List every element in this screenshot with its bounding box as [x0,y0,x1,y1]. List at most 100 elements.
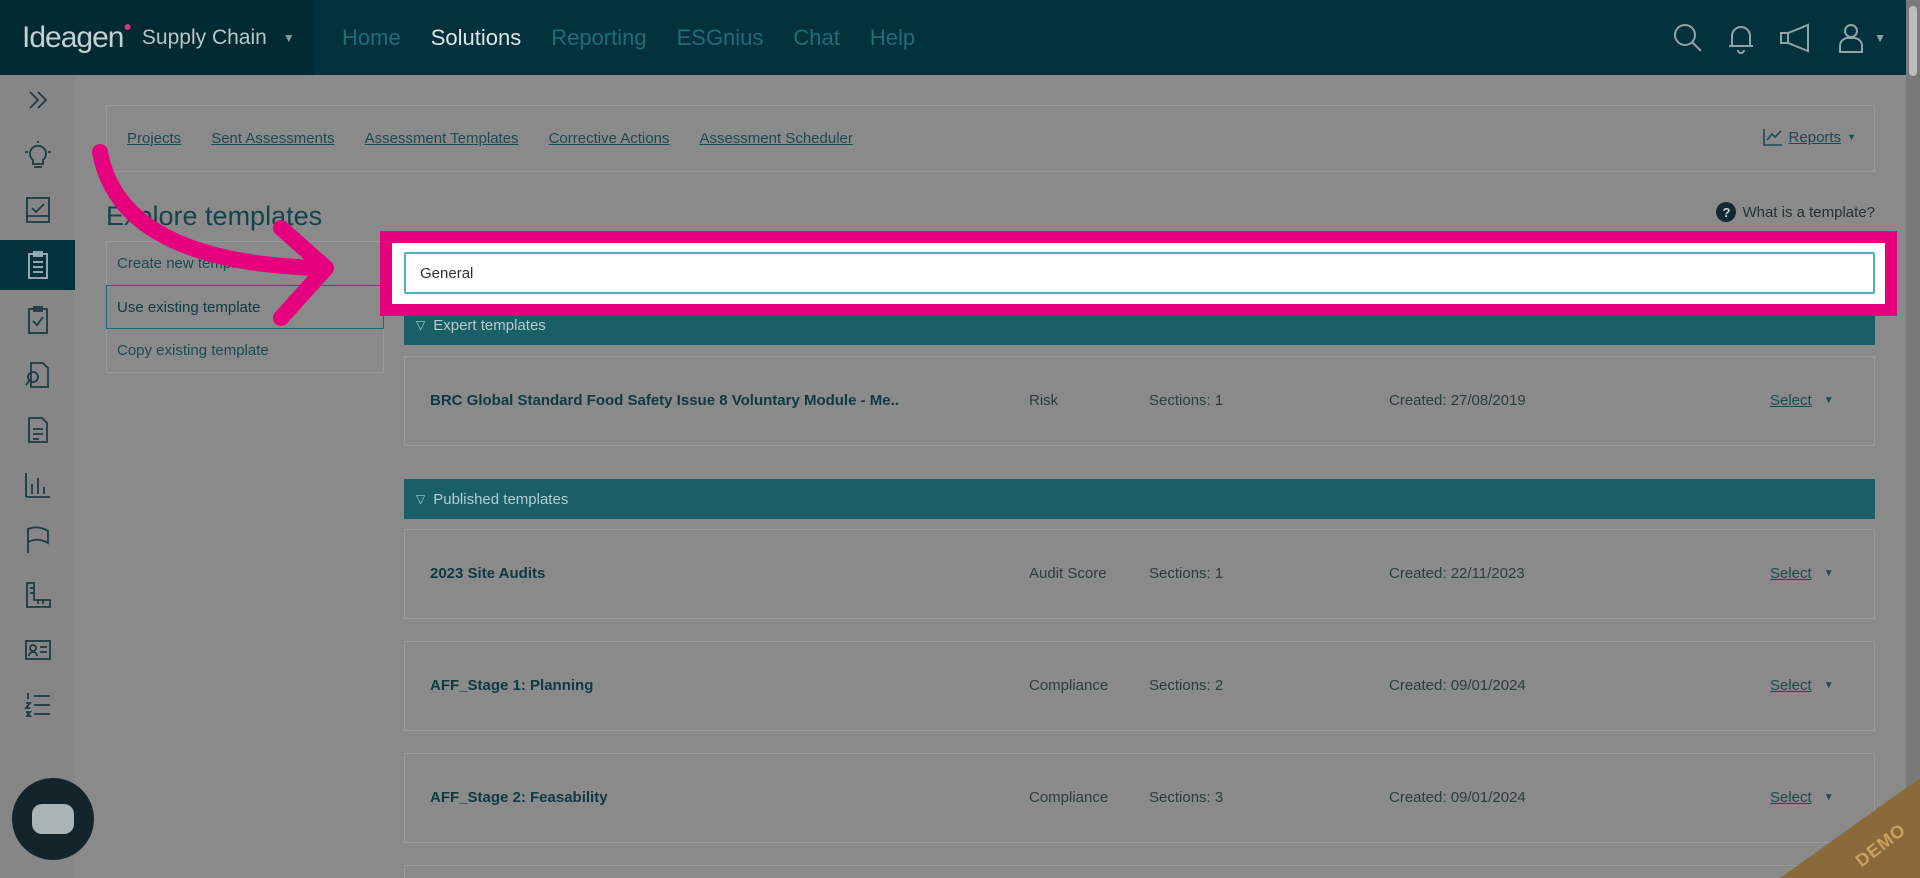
inbox-check-icon [25,197,50,223]
collapse-triangle-icon: ▽ [416,318,426,332]
user-icon[interactable] [1836,22,1866,54]
document-search-icon [24,362,49,388]
section-title: Published templates [433,490,569,508]
sidebar-item-documents[interactable] [0,405,75,455]
template-category: Audit Score [1029,565,1107,582]
nav-help[interactable]: Help [870,25,915,51]
flag-icon [26,526,49,553]
trend-chart-icon [1762,129,1782,146]
sidebar-item-contacts[interactable] [0,625,75,675]
select-label: Select [1770,677,1812,694]
left-sidebar [0,75,75,878]
chevron-down-icon: ▼ [1847,132,1856,142]
main-nav: Home Solutions Reporting ESGnius Chat He… [342,0,915,75]
sidebar-item-templates[interactable] [0,240,75,290]
template-created: Created: 27/08/2019 [1389,392,1526,409]
reports-dropdown[interactable]: Reports ▼ [1762,128,1856,146]
template-created: Created: 22/11/2023 [1389,565,1525,582]
subnav-assessment-templates[interactable]: Assessment Templates [365,130,519,147]
collapse-triangle-icon: ▽ [416,492,426,506]
template-sections: Sections: 3 [1149,789,1224,806]
template-created: Created: 09/01/2024 [1389,677,1526,694]
select-dropdown[interactable]: Select ▼ [1770,392,1834,409]
template-name[interactable]: BRC Global Standard Food Safety Issue 8 … [430,392,900,409]
expand-sidebar-button[interactable] [0,75,75,125]
logo-accent-icon: ● [123,17,132,34]
user-menu-caret-icon[interactable]: ▼ [1874,31,1886,45]
select-label: Select [1770,565,1812,582]
contact-card-icon [24,640,51,660]
template-row-partial [404,865,1875,878]
template-category: Risk [1029,392,1059,409]
template-name[interactable]: AFF_Stage 2: Feasability [430,789,900,806]
chevron-down-icon: ▼ [1823,680,1834,691]
ideagen-logo: Ideagen [22,20,124,54]
bell-icon[interactable] [1726,22,1756,54]
product-name: Supply Chain [141,25,267,49]
subnav-sent-assessments[interactable]: Sent Assessments [211,130,334,147]
template-sections: Sections: 1 [1149,392,1224,409]
template-sections: Sections: 2 [1149,677,1224,694]
select-label: Select [1770,392,1812,409]
sidebar-item-inbox[interactable] [0,185,75,235]
sidebar-item-assessments[interactable] [0,295,75,345]
page-scrollbar[interactable] [1906,0,1920,878]
chat-launcher-button[interactable] [12,778,94,860]
template-row: BRC Global Standard Food Safety Issue 8 … [404,356,1875,446]
template-row: 2023 Site Audits Audit Score Sections: 1… [404,529,1875,619]
nav-esgnius[interactable]: ESGnius [677,25,764,51]
template-sections: Sections: 1 [1149,565,1224,582]
sidebar-item-lists[interactable] [0,680,75,730]
clipboard-check-icon [27,306,48,334]
product-switcher[interactable]: Ideagen ● Supply Chain ▼ [0,0,314,75]
template-created: Created: 09/01/2024 [1389,789,1526,806]
page-title: Explore templates [106,201,323,231]
template-name[interactable]: 2023 Site Audits [430,565,900,582]
nav-solutions[interactable]: Solutions [431,25,522,51]
question-icon: ? [1716,202,1737,222]
lightbulb-icon [24,141,51,168]
template-category: Compliance [1029,677,1109,694]
clipboard-icon [27,251,48,279]
top-navigation-bar: Ideagen ● Supply Chain ▼ Home Solutions … [0,0,1920,75]
search-icon[interactable] [1672,22,1704,54]
scrollbar-thumb[interactable] [1909,6,1917,76]
document-icon [27,417,48,443]
template-category: Compliance [1029,789,1109,806]
select-dropdown[interactable]: Select ▼ [1770,565,1834,582]
option-copy-existing[interactable]: Copy existing template [107,328,383,372]
sub-navigation: Projects Sent Assessments Assessment Tem… [106,105,1875,172]
template-options: Create new template Use existing templat… [106,241,384,373]
sidebar-item-search-docs[interactable] [0,350,75,400]
megaphone-icon[interactable] [1778,22,1814,54]
sidebar-item-actions[interactable] [0,515,75,565]
chevron-down-icon: ▼ [1823,395,1834,406]
chevron-down-icon: ▼ [282,30,295,45]
subnav-assessment-scheduler[interactable]: Assessment Scheduler [699,130,852,147]
sidebar-item-analytics[interactable] [0,460,75,510]
template-search-input[interactable] [404,252,1875,294]
subnav-corrective-actions[interactable]: Corrective Actions [549,130,670,147]
subnav-projects[interactable]: Projects [127,130,181,147]
sidebar-item-measures[interactable] [0,570,75,620]
chat-bubble-icon [32,804,74,834]
ruler-icon [25,582,51,608]
template-row: AFF_Stage 1: Planning Compliance Section… [404,641,1875,731]
select-dropdown[interactable]: Select ▼ [1770,677,1834,694]
nav-chat[interactable]: Chat [793,25,839,51]
nav-reporting[interactable]: Reporting [551,25,646,51]
option-use-existing[interactable]: Use existing template [106,285,384,329]
sidebar-item-ideas[interactable] [0,130,75,180]
demo-ribbon: DEMO [1780,778,1920,878]
option-create-new[interactable]: Create new template [107,242,383,286]
section-title: Expert templates [433,316,546,334]
bar-chart-icon [24,473,50,498]
numbered-list-icon [23,693,50,717]
double-chevron-right-icon [28,91,47,109]
what-is-template-link[interactable]: ? What is a template? [1716,202,1875,222]
template-name[interactable]: AFF_Stage 1: Planning [430,677,900,694]
nav-home[interactable]: Home [342,25,401,51]
top-icons: ▼ [1672,0,1886,75]
published-templates-header[interactable]: ▽ Published templates [404,479,1875,519]
help-label: What is a template? [1742,203,1875,221]
